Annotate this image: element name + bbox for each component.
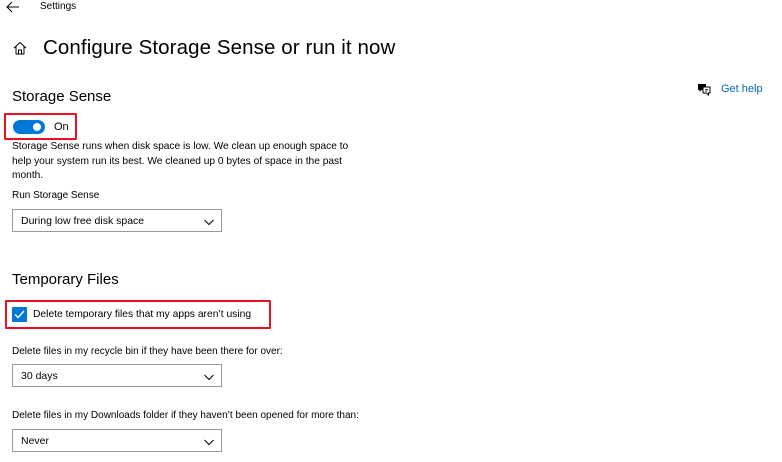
storage-sense-toggle[interactable]: [13, 120, 45, 134]
recycle-bin-dropdown[interactable]: 30 days: [12, 364, 222, 387]
dropdown-value: 30 days: [21, 370, 58, 382]
page-title: Configure Storage Sense or run it now: [43, 36, 396, 59]
back-arrow-icon[interactable]: [6, 0, 20, 13]
downloads-folder-dropdown[interactable]: Never: [12, 429, 222, 452]
storage-sense-heading: Storage Sense: [12, 88, 112, 105]
downloads-folder-label: Delete files in my Downloads folder if t…: [12, 410, 359, 421]
chevron-down-icon: [203, 370, 215, 382]
home-icon[interactable]: [12, 40, 28, 56]
checkmark-icon: [14, 310, 25, 319]
get-help-label: Get help: [721, 83, 763, 95]
recycle-bin-label: Delete files in my recycle bin if they h…: [12, 346, 283, 357]
dropdown-value: Never: [21, 435, 50, 447]
storage-sense-description: Storage Sense runs when disk space is lo…: [12, 141, 349, 181]
delete-temp-files-checkbox[interactable]: [12, 307, 27, 322]
chevron-down-icon: [203, 435, 215, 447]
run-storage-sense-dropdown[interactable]: During low free disk space: [12, 209, 222, 232]
window-title: Settings: [40, 1, 77, 12]
dropdown-value: During low free disk space: [21, 215, 145, 227]
chevron-down-icon: [203, 215, 215, 227]
toggle-knob: [33, 123, 41, 131]
run-storage-sense-label: Run Storage Sense: [12, 190, 100, 201]
delete-temp-files-label[interactable]: Delete temporary files that my apps aren…: [33, 308, 251, 322]
chat-help-icon: [697, 82, 711, 97]
get-help-link[interactable]: Get help: [697, 81, 763, 97]
temporary-files-heading: Temporary Files: [12, 271, 119, 288]
toggle-state-label: On: [54, 121, 69, 133]
